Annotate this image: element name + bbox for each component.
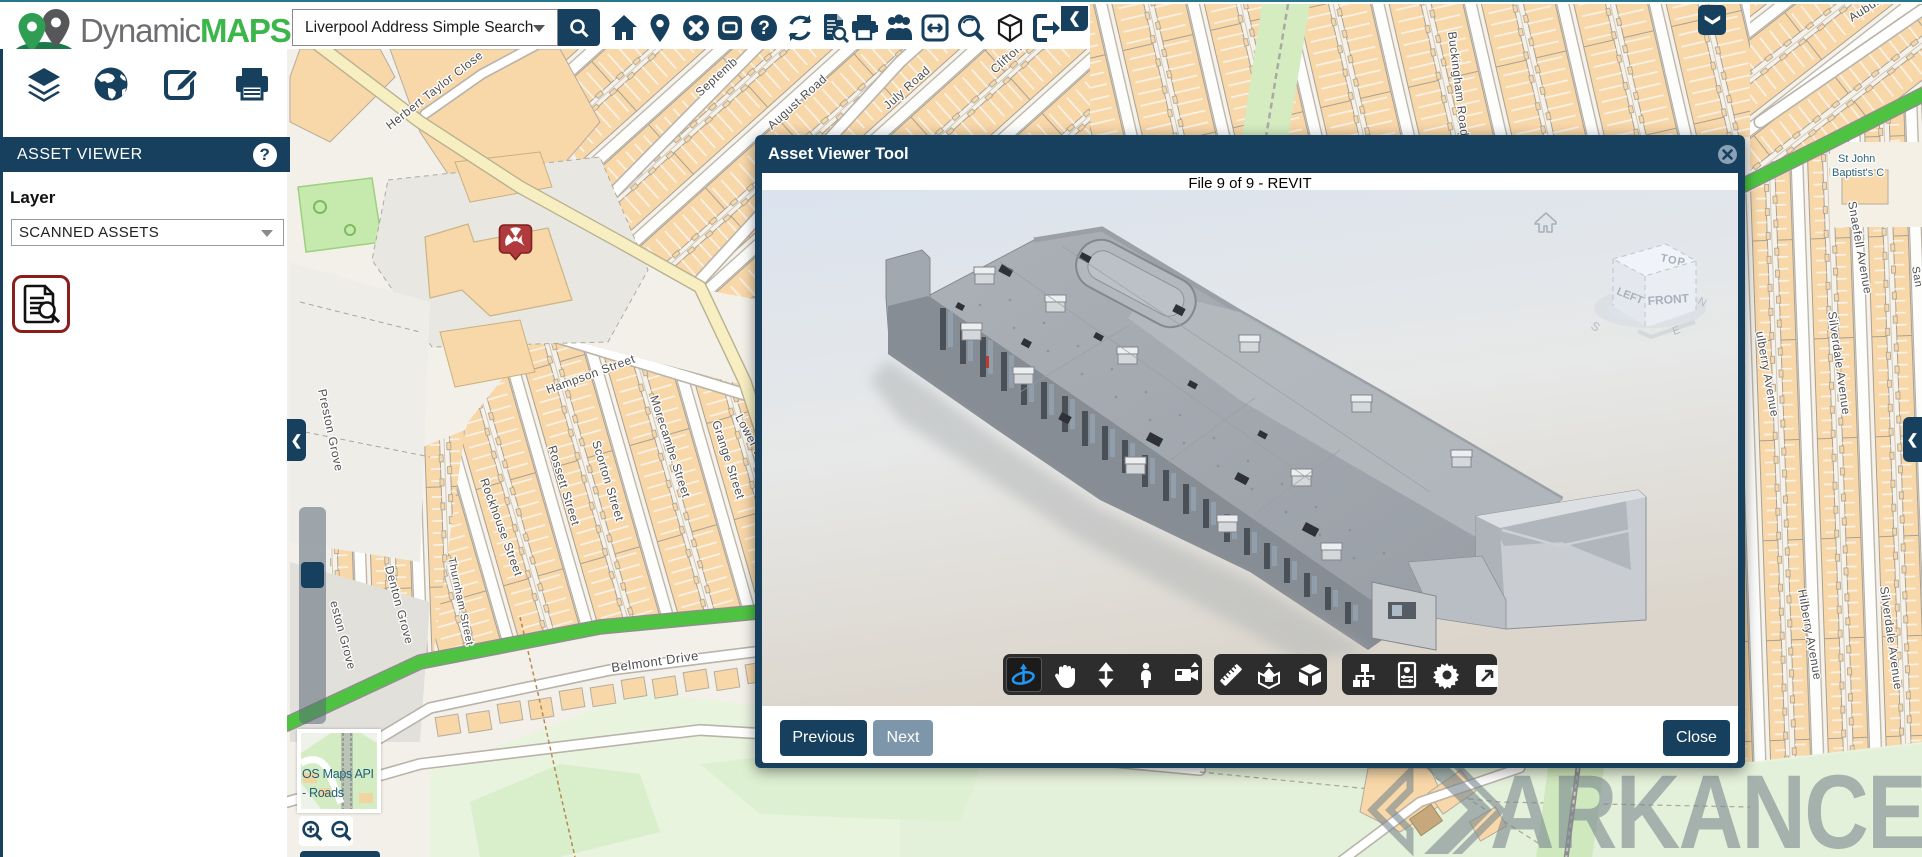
svg-text:Baptist's C: Baptist's C — [1832, 167, 1884, 179]
svg-text:?: ? — [758, 18, 770, 39]
svg-text:ARKANCE: ARKANCE — [1490, 754, 1922, 857]
svg-text:St John: St John — [1838, 153, 1875, 165]
svg-text:FRONT: FRONT — [1647, 291, 1690, 308]
